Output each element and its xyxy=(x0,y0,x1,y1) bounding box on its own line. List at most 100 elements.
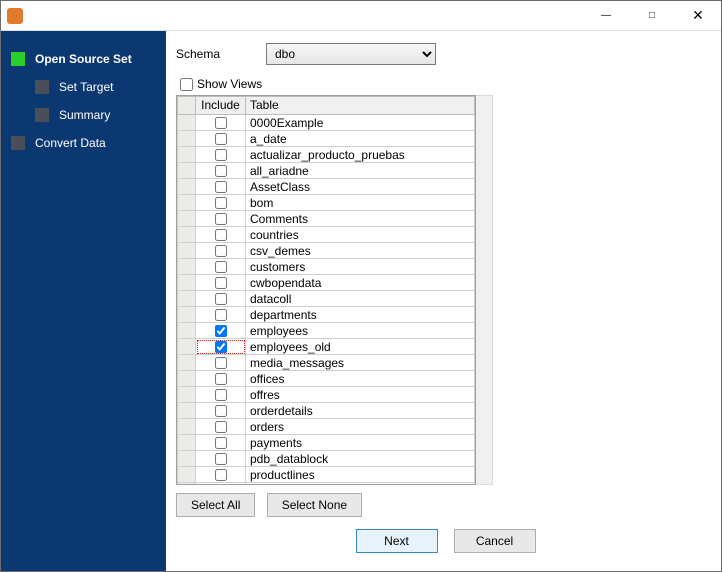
table-name-cell[interactable]: countries xyxy=(246,227,475,243)
table-name-cell[interactable]: departments xyxy=(246,307,475,323)
row-header[interactable] xyxy=(178,259,196,275)
row-header[interactable] xyxy=(178,275,196,291)
row-header[interactable] xyxy=(178,115,196,131)
sidebar-step[interactable]: Set Target xyxy=(1,73,166,101)
table-name-cell[interactable]: bom xyxy=(246,195,475,211)
include-checkbox[interactable] xyxy=(215,181,227,193)
include-cell[interactable] xyxy=(196,355,246,371)
tables-grid[interactable]: Include Table 0000Examplea_dateactualiza… xyxy=(176,95,476,485)
row-header[interactable] xyxy=(178,355,196,371)
row-header[interactable] xyxy=(178,163,196,179)
row-header[interactable] xyxy=(178,387,196,403)
table-name-cell[interactable]: employees_old xyxy=(246,339,475,355)
include-cell[interactable] xyxy=(196,435,246,451)
table-row[interactable]: orderdetails xyxy=(178,403,475,419)
row-header[interactable] xyxy=(178,403,196,419)
sidebar-step[interactable]: Summary xyxy=(1,101,166,129)
row-header[interactable] xyxy=(178,483,196,486)
row-header[interactable] xyxy=(178,243,196,259)
table-name-cell[interactable]: 0000Example xyxy=(246,115,475,131)
include-checkbox[interactable] xyxy=(215,133,227,145)
table-row[interactable]: products xyxy=(178,483,475,486)
table-row[interactable]: a_date xyxy=(178,131,475,147)
table-name-cell[interactable]: productlines xyxy=(246,467,475,483)
include-cell[interactable] xyxy=(196,195,246,211)
table-name-cell[interactable]: cwbopendata xyxy=(246,275,475,291)
row-header[interactable] xyxy=(178,211,196,227)
include-cell[interactable] xyxy=(196,275,246,291)
table-name-cell[interactable]: customers xyxy=(246,259,475,275)
table-row[interactable]: payments xyxy=(178,435,475,451)
row-header[interactable] xyxy=(178,179,196,195)
include-cell[interactable] xyxy=(196,211,246,227)
include-checkbox[interactable] xyxy=(215,325,227,337)
sidebar-step[interactable]: Open Source Set xyxy=(1,45,166,73)
table-row[interactable]: 0000Example xyxy=(178,115,475,131)
row-header[interactable] xyxy=(178,339,196,355)
table-name-cell[interactable]: actualizar_producto_pruebas xyxy=(246,147,475,163)
next-button[interactable]: Next xyxy=(356,529,438,553)
schema-select[interactable]: dbo xyxy=(266,43,436,65)
table-row[interactable]: countries xyxy=(178,227,475,243)
col-include[interactable]: Include xyxy=(196,97,246,115)
table-name-cell[interactable]: all_ariadne xyxy=(246,163,475,179)
row-header[interactable] xyxy=(178,371,196,387)
include-checkbox[interactable] xyxy=(215,213,227,225)
show-views-label[interactable]: Show Views xyxy=(197,77,262,91)
include-cell[interactable] xyxy=(196,419,246,435)
table-name-cell[interactable]: employees xyxy=(246,323,475,339)
row-header[interactable] xyxy=(178,227,196,243)
scrollbar[interactable] xyxy=(476,95,493,485)
table-row[interactable]: employees xyxy=(178,323,475,339)
include-cell[interactable] xyxy=(196,467,246,483)
include-checkbox[interactable] xyxy=(215,165,227,177)
include-cell[interactable] xyxy=(196,307,246,323)
table-row[interactable]: employees_old xyxy=(178,339,475,355)
table-name-cell[interactable]: orderdetails xyxy=(246,403,475,419)
table-row[interactable]: media_messages xyxy=(178,355,475,371)
include-checkbox[interactable] xyxy=(215,277,227,289)
col-table[interactable]: Table xyxy=(246,97,475,115)
table-row[interactable]: all_ariadne xyxy=(178,163,475,179)
table-row[interactable]: customers xyxy=(178,259,475,275)
select-all-button[interactable]: Select All xyxy=(176,493,255,517)
close-button[interactable]: ✕ xyxy=(675,1,721,31)
table-row[interactable]: cwbopendata xyxy=(178,275,475,291)
table-name-cell[interactable]: datacoll xyxy=(246,291,475,307)
row-header[interactable] xyxy=(178,147,196,163)
include-cell[interactable] xyxy=(196,115,246,131)
include-cell[interactable] xyxy=(196,259,246,275)
include-checkbox[interactable] xyxy=(215,357,227,369)
include-checkbox[interactable] xyxy=(215,245,227,257)
include-checkbox[interactable] xyxy=(215,229,227,241)
include-checkbox[interactable] xyxy=(215,261,227,273)
include-cell[interactable] xyxy=(196,291,246,307)
table-name-cell[interactable]: csv_demes xyxy=(246,243,475,259)
table-name-cell[interactable]: Comments xyxy=(246,211,475,227)
maximize-button[interactable]: □ xyxy=(629,1,675,31)
table-name-cell[interactable]: offices xyxy=(246,371,475,387)
table-row[interactable]: AssetClass xyxy=(178,179,475,195)
include-checkbox[interactable] xyxy=(215,437,227,449)
include-checkbox[interactable] xyxy=(215,389,227,401)
include-cell[interactable] xyxy=(196,163,246,179)
table-name-cell[interactable]: pdb_datablock xyxy=(246,451,475,467)
include-checkbox[interactable] xyxy=(215,309,227,321)
include-checkbox[interactable] xyxy=(215,373,227,385)
include-cell[interactable] xyxy=(196,403,246,419)
include-checkbox[interactable] xyxy=(215,453,227,465)
row-header[interactable] xyxy=(178,435,196,451)
include-cell[interactable] xyxy=(196,371,246,387)
include-checkbox[interactable] xyxy=(215,421,227,433)
row-header[interactable] xyxy=(178,467,196,483)
table-row[interactable]: offres xyxy=(178,387,475,403)
include-cell[interactable] xyxy=(196,451,246,467)
row-header[interactable] xyxy=(178,451,196,467)
include-checkbox[interactable] xyxy=(215,341,227,353)
include-checkbox[interactable] xyxy=(215,469,227,481)
include-cell[interactable] xyxy=(196,227,246,243)
row-header[interactable] xyxy=(178,419,196,435)
include-checkbox[interactable] xyxy=(215,117,227,129)
table-name-cell[interactable]: payments xyxy=(246,435,475,451)
table-row[interactable]: csv_demes xyxy=(178,243,475,259)
